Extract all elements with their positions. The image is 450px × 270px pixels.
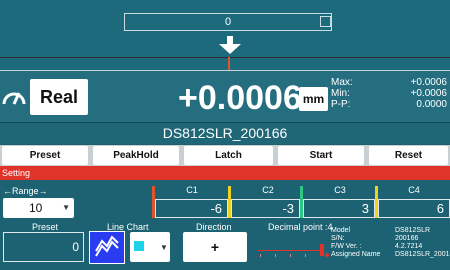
- peakhold-button[interactable]: PeakHold: [93, 146, 179, 165]
- chevron-down-icon: ▼: [160, 243, 168, 252]
- info-bullet: [325, 253, 329, 257]
- preset-label: Preset: [32, 222, 59, 232]
- model-value: DS812SLR: [395, 227, 431, 234]
- decimal-point-label: Decimal point :4: [268, 222, 333, 232]
- real-mode-button[interactable]: Real: [30, 79, 88, 115]
- top-value-display: 0: [124, 13, 332, 31]
- sn-label: S/N:: [331, 235, 345, 242]
- ch4-field[interactable]: 6: [378, 199, 450, 218]
- unit-button[interactable]: mm: [299, 87, 328, 111]
- device-info-values: DS812SLR 200166 4.2.7214 DS812SLR_20016: [395, 227, 450, 259]
- scale-line: [0, 57, 450, 58]
- pp-label: P-P:: [331, 99, 351, 110]
- ch2-field[interactable]: -3: [231, 199, 300, 218]
- chevron-down-icon: ▼: [62, 203, 70, 212]
- latch-button[interactable]: Latch: [184, 146, 273, 165]
- ch1-label: C1: [186, 185, 198, 195]
- direction-label: Direction: [196, 222, 232, 232]
- max-label: Max:: [331, 77, 353, 88]
- min-label: Min:: [331, 88, 350, 99]
- gauge-icon[interactable]: [2, 86, 26, 108]
- arrow-down-icon: [219, 36, 241, 54]
- stats-labels: Max: Min: P-P:: [331, 77, 353, 110]
- pp-value: 0.0000: [416, 99, 447, 110]
- stats-values: +0.0006 +0.0006 0.0000: [372, 77, 447, 110]
- ch2-label: C2: [262, 185, 274, 195]
- line-chart-button[interactable]: [89, 231, 125, 264]
- reset-button[interactable]: Reset: [369, 146, 448, 165]
- ch1-field[interactable]: -6: [155, 199, 228, 218]
- max-value: +0.0006: [410, 77, 447, 88]
- range-select[interactable]: 10 ▼: [3, 198, 74, 218]
- range-label: ←Range→: [3, 186, 48, 196]
- sn-value: 200166: [395, 235, 419, 242]
- main-reading: +0.0006: [178, 79, 302, 117]
- direction-button[interactable]: +: [183, 232, 247, 262]
- assigned-name-value: DS812SLR_20016: [395, 251, 450, 258]
- line-color-swatch: [134, 241, 144, 251]
- decimal-point-slider-thumb[interactable]: [320, 244, 324, 256]
- device-info-labels: Model S/N: F/W Ver. : Assigned Name: [331, 227, 380, 259]
- preset-input[interactable]: 0: [3, 232, 84, 262]
- preset-button[interactable]: Preset: [2, 146, 88, 165]
- device-name: DS812SLR_200166: [0, 122, 450, 144]
- fw-value: 4.2.7214: [395, 243, 423, 250]
- model-label: Model: [331, 227, 351, 234]
- top-checkbox[interactable]: [320, 16, 331, 27]
- fw-label: F/W Ver. :: [331, 243, 362, 250]
- decimal-point-slider[interactable]: [258, 250, 320, 251]
- min-value: +0.0006: [410, 88, 447, 99]
- ch3-label: C3: [334, 185, 346, 195]
- ch4-label: C4: [408, 185, 420, 195]
- line-chart-icon: [95, 235, 119, 257]
- range-value: 10: [29, 201, 43, 215]
- assigned-name-label: Assigned Name: [331, 251, 381, 258]
- scale-marker: [228, 57, 230, 70]
- start-button[interactable]: Start: [278, 146, 364, 165]
- ch3-field[interactable]: 3: [303, 199, 375, 218]
- setting-header[interactable]: Setting: [0, 166, 450, 180]
- slider-ticks: [260, 254, 306, 257]
